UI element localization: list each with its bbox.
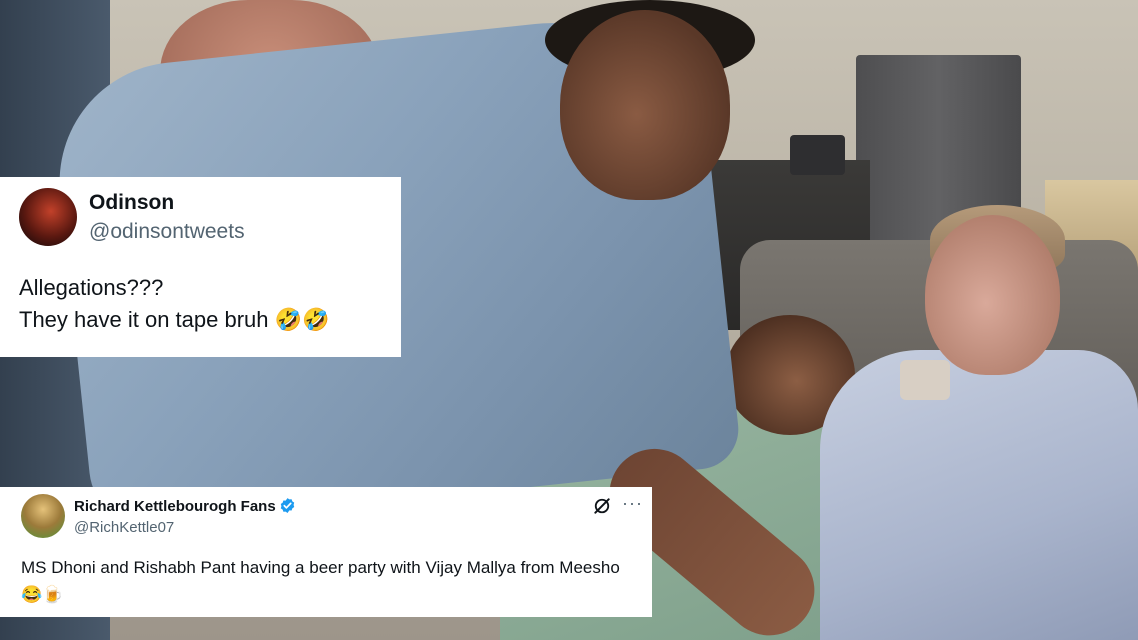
- more-options-icon[interactable]: ···: [622, 493, 643, 514]
- tweet-author-handle[interactable]: @odinsontweets: [89, 220, 245, 244]
- seated-man-head: [925, 215, 1060, 375]
- desk-phone: [790, 135, 845, 175]
- grok-icon[interactable]: [592, 496, 612, 516]
- cup: [900, 360, 950, 400]
- tweet-text-line: They have it on tape bruh 🤣🤣: [19, 307, 330, 332]
- verified-badge-icon: [280, 498, 294, 513]
- tweet-author-name[interactable]: Odinson: [89, 191, 174, 215]
- tweet-text: Allegations??? They have it on tape bruh…: [19, 272, 389, 336]
- avatar[interactable]: [19, 188, 77, 246]
- tweet-author-name-row[interactable]: Richard Kettlebourogh Fans: [74, 497, 296, 515]
- tweet-text: MS Dhoni and Rishabh Pant having a beer …: [21, 558, 620, 604]
- tweet-text-line: Allegations???: [19, 275, 164, 300]
- tweet-author-handle[interactable]: @RichKettle07: [74, 519, 174, 536]
- avatar[interactable]: [21, 494, 65, 538]
- tweet-card-richkettle[interactable]: Richard Kettlebourogh Fans @RichKettle07…: [0, 487, 652, 617]
- seated-man-shirt: [820, 350, 1138, 640]
- standing-man-head: [560, 10, 730, 200]
- tweet-card-odinson[interactable]: Odinson @odinsontweets Allegations??? Th…: [0, 177, 401, 357]
- tweet-author-name[interactable]: Richard Kettlebourogh Fans: [74, 498, 276, 515]
